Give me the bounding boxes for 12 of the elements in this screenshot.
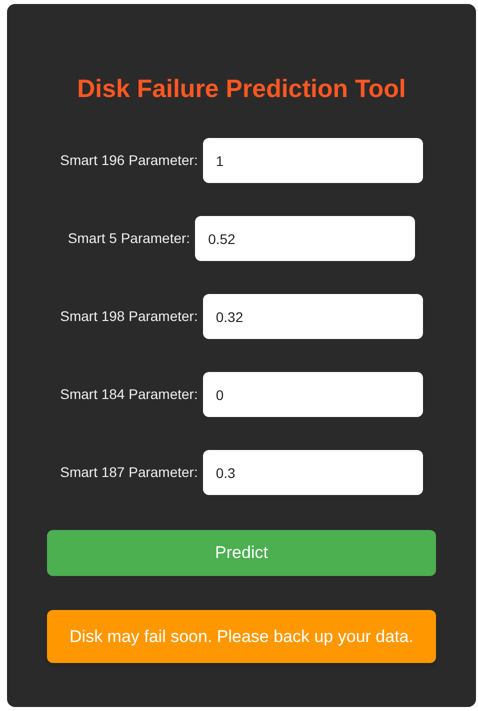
input-field[interactable]: 0 — [202, 372, 423, 417]
field-label: Smart 187 Parameter: — [60, 463, 198, 482]
input-field[interactable]: 0.52 — [195, 216, 416, 261]
result-message: Disk may fail soon. Please back up your data. — [47, 610, 436, 663]
field-label: Smart 184 Parameter: — [60, 385, 198, 404]
input-field[interactable]: 0.3 — [202, 450, 423, 495]
page-title: Disk Failure Prediction Tool — [77, 74, 406, 104]
field-label: Smart 5 Parameter: — [68, 229, 190, 248]
input-field[interactable]: 0.32 — [202, 294, 423, 339]
input-field[interactable]: 1 — [202, 138, 423, 183]
field-label: Smart 198 Parameter: — [60, 307, 198, 326]
field-label: Smart 196 Parameter: — [60, 151, 198, 170]
